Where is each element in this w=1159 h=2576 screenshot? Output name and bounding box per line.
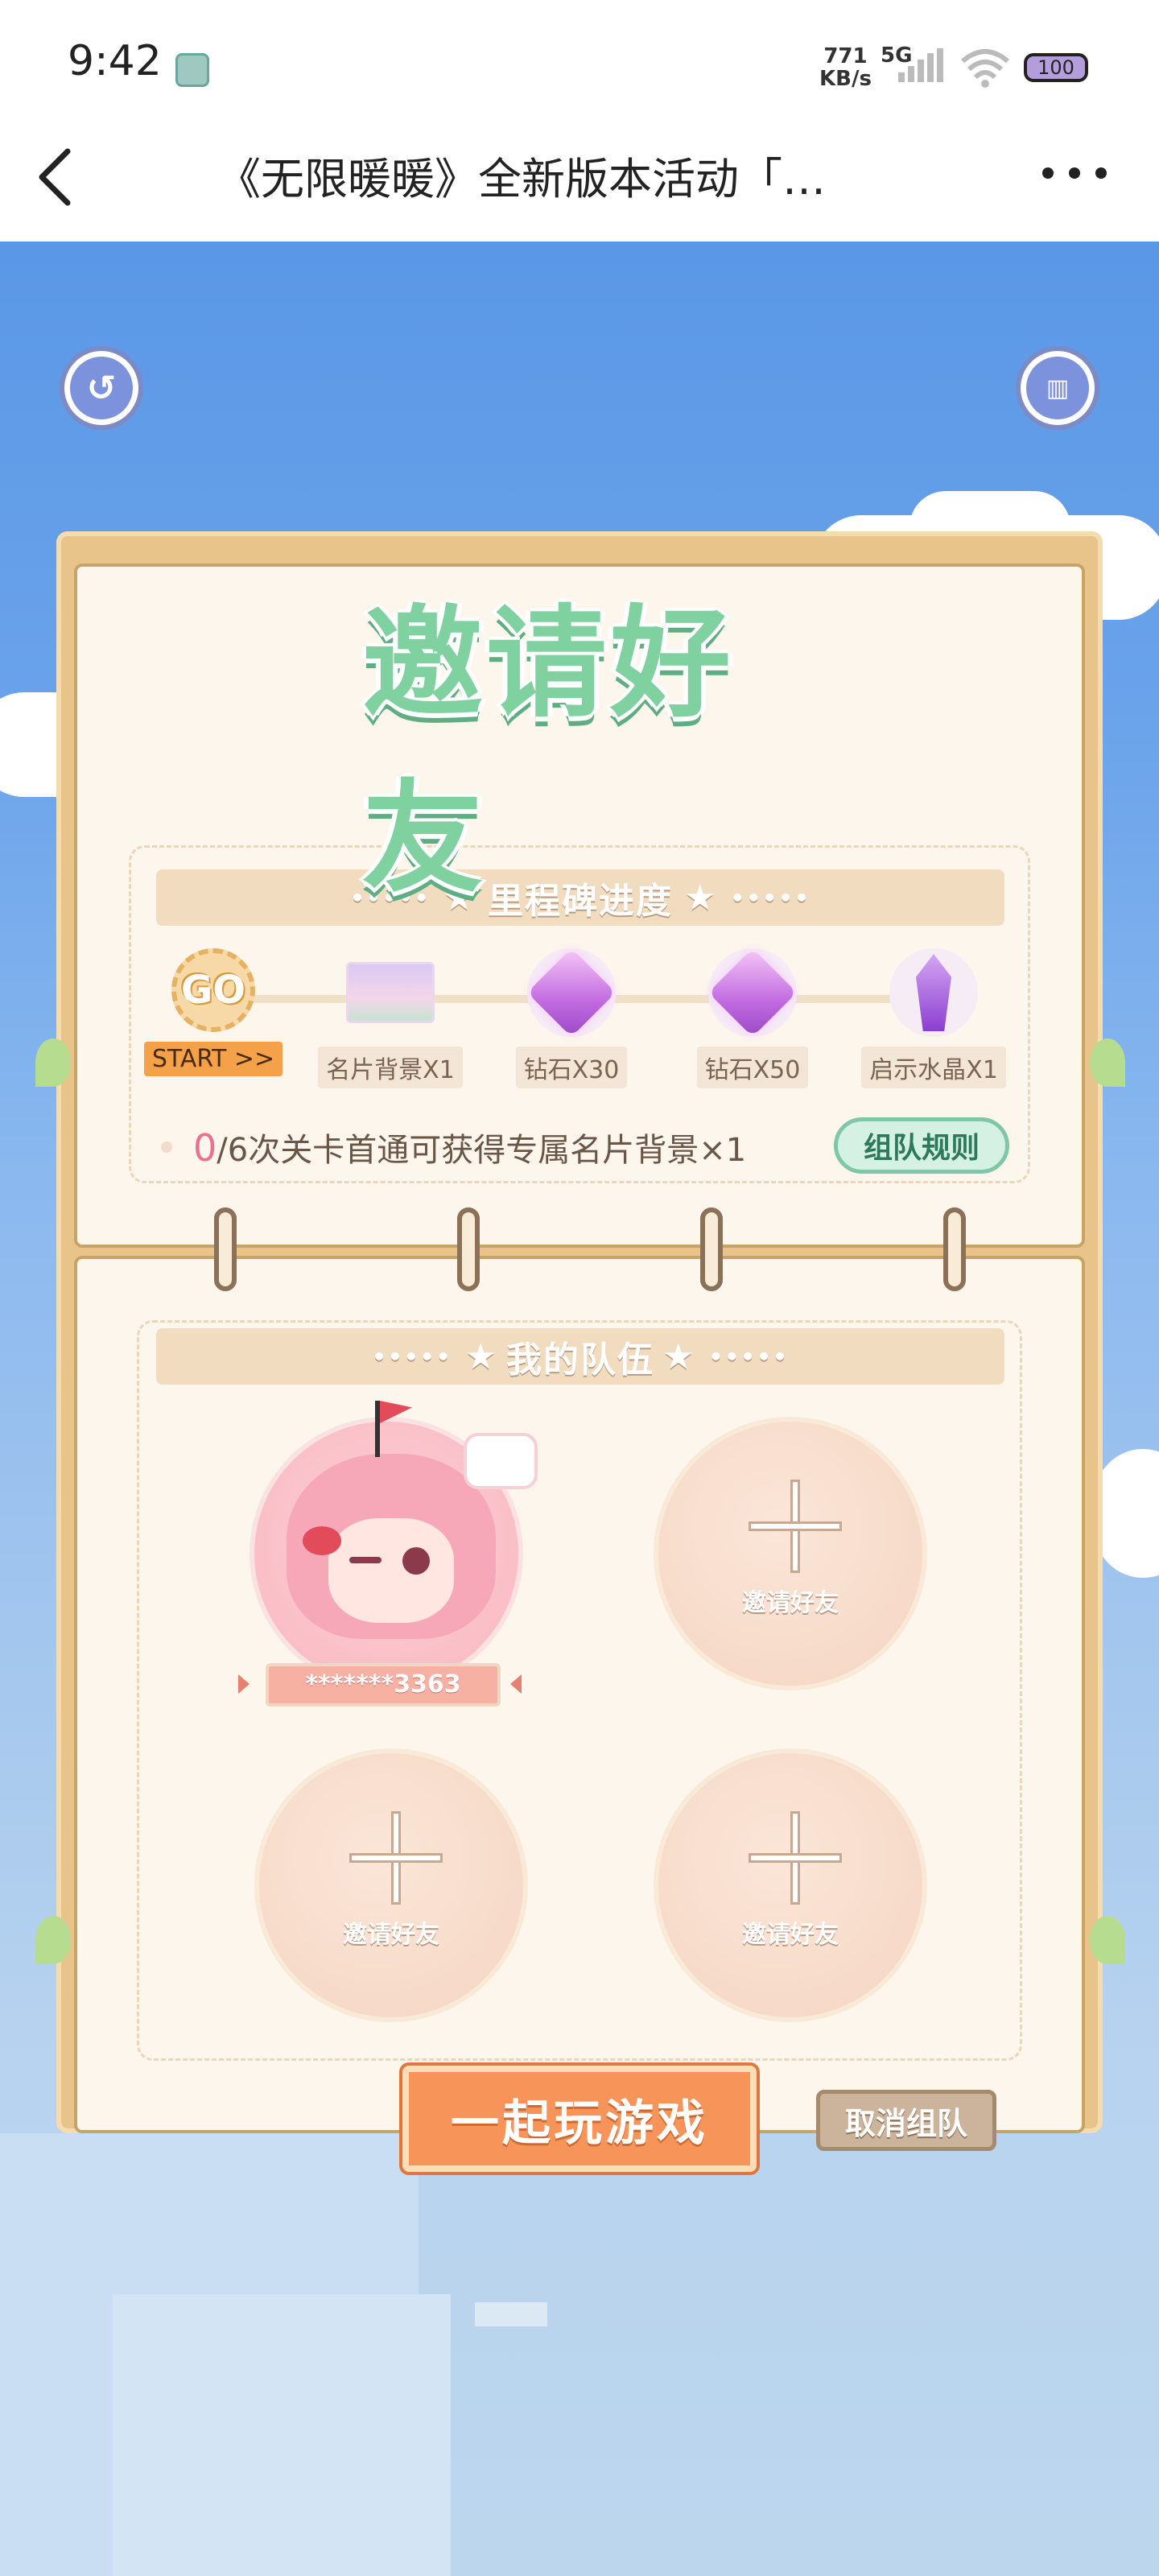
dots-decoration: ••••• xyxy=(708,1343,789,1370)
avatar-eye xyxy=(402,1547,430,1575)
milestone-diamond-30[interactable]: 钻石X30 xyxy=(507,947,636,1088)
battery-indicator: 100 xyxy=(1024,53,1088,82)
diamond-icon xyxy=(526,947,617,1038)
invite-friend-label: 邀请好友 xyxy=(343,1921,439,1949)
plus-icon xyxy=(349,1853,443,1863)
binder-ring xyxy=(214,1208,237,1291)
milestone-label: 启示水晶X1 xyxy=(861,1046,1006,1088)
page-title: 《无限暖暖》全新版本活动「… xyxy=(217,154,826,204)
milestone-label: 名片背景X1 xyxy=(318,1046,463,1088)
milestone-label: 钻石X30 xyxy=(515,1046,628,1088)
leader-flag-icon xyxy=(375,1401,380,1457)
back-arrow-icon[interactable] xyxy=(32,145,80,209)
star-icon: ★ xyxy=(662,1335,696,1377)
binder-ring xyxy=(457,1208,480,1291)
invite-friend-slot[interactable]: 邀请好友 xyxy=(654,1748,927,2022)
binder-ring xyxy=(700,1208,723,1291)
dots-decoration: ••••• xyxy=(372,1343,452,1370)
progress-count: 0 xyxy=(193,1126,217,1170)
binder-ring xyxy=(943,1208,966,1291)
invite-friend-label: 邀请好友 xyxy=(742,1589,839,1617)
name-tag-arrow-right xyxy=(510,1674,522,1694)
pixel-cloud-decoration xyxy=(475,2302,547,2326)
invite-friends-heading: 邀请好友 xyxy=(362,594,735,909)
avatar-eye xyxy=(349,1557,382,1563)
card-background-icon xyxy=(346,948,435,1037)
wifi-icon xyxy=(961,49,1009,88)
music-bars-icon: ▥ xyxy=(1026,357,1089,419)
diamond-icon xyxy=(707,947,798,1038)
status-bar: 9:42 771 KB/s 5G 100 xyxy=(0,0,1159,129)
more-options-icon[interactable] xyxy=(1038,161,1111,185)
vine-leaf-decoration xyxy=(1090,1038,1125,1087)
avatar-bow xyxy=(303,1526,341,1555)
progress-text: 0/6次关卡首通可获得专属名片背景×1 xyxy=(193,1124,746,1170)
milestone-label: 钻石X50 xyxy=(696,1046,809,1088)
milestone-start: GO START >> xyxy=(143,948,283,1076)
bullet-dot xyxy=(161,1141,172,1153)
team-rules-button[interactable]: 组队规则 xyxy=(834,1117,1009,1174)
network-speed-unit: KB/s xyxy=(819,67,872,91)
vine-leaf-decoration xyxy=(35,1916,71,1964)
network-speed: 771 KB/s xyxy=(819,45,872,90)
plus-icon xyxy=(749,1853,842,1863)
vine-leaf-decoration xyxy=(1090,1916,1125,1964)
cloud-decoration xyxy=(1095,1449,1159,1578)
star-icon: ★ xyxy=(464,1335,498,1377)
name-tag-arrow-left xyxy=(238,1674,250,1694)
vine-leaf-decoration xyxy=(35,1038,71,1087)
notification-app-icon xyxy=(175,53,209,87)
cancel-team-button[interactable]: 取消组队 xyxy=(816,2090,996,2151)
invite-friend-slot[interactable]: 邀请好友 xyxy=(654,1417,927,1690)
team-title-banner: ••••• ★ 我的队伍 ★ ••••• xyxy=(156,1328,1004,1385)
milestone-card-background[interactable]: 名片背景X1 xyxy=(318,948,463,1088)
invite-friend-slot[interactable]: 邀请好友 xyxy=(254,1748,528,2022)
progress-description: /6次关卡首通可获得专属名片背景×1 xyxy=(217,1132,747,1169)
milestone-diamond-50[interactable]: 钻石X50 xyxy=(688,947,817,1088)
go-icon: GO xyxy=(171,948,255,1032)
network-speed-value: 771 xyxy=(823,44,868,68)
return-button[interactable]: ↺ xyxy=(60,346,143,430)
milestone-label: START >> xyxy=(143,1042,283,1076)
milestone-crystal[interactable]: 启示水晶X1 xyxy=(861,948,1006,1088)
crystal-icon xyxy=(889,948,978,1037)
pixel-cloud-decoration xyxy=(113,2294,451,2576)
speech-bubble-icon xyxy=(464,1433,538,1489)
menu-button[interactable]: ▥ xyxy=(1016,346,1099,430)
play-together-button[interactable]: 一起玩游戏 xyxy=(402,2066,757,2172)
status-time: 9:42 xyxy=(68,37,162,85)
signal-icon xyxy=(898,48,943,82)
avatar-face xyxy=(328,1518,454,1623)
plus-icon xyxy=(749,1521,842,1531)
team-title: 我的队伍 xyxy=(506,1340,654,1381)
invite-friend-label: 邀请好友 xyxy=(742,1921,839,1949)
return-arrow-icon: ↺ xyxy=(70,357,133,419)
member-name-tag: *******3363 xyxy=(266,1663,501,1707)
